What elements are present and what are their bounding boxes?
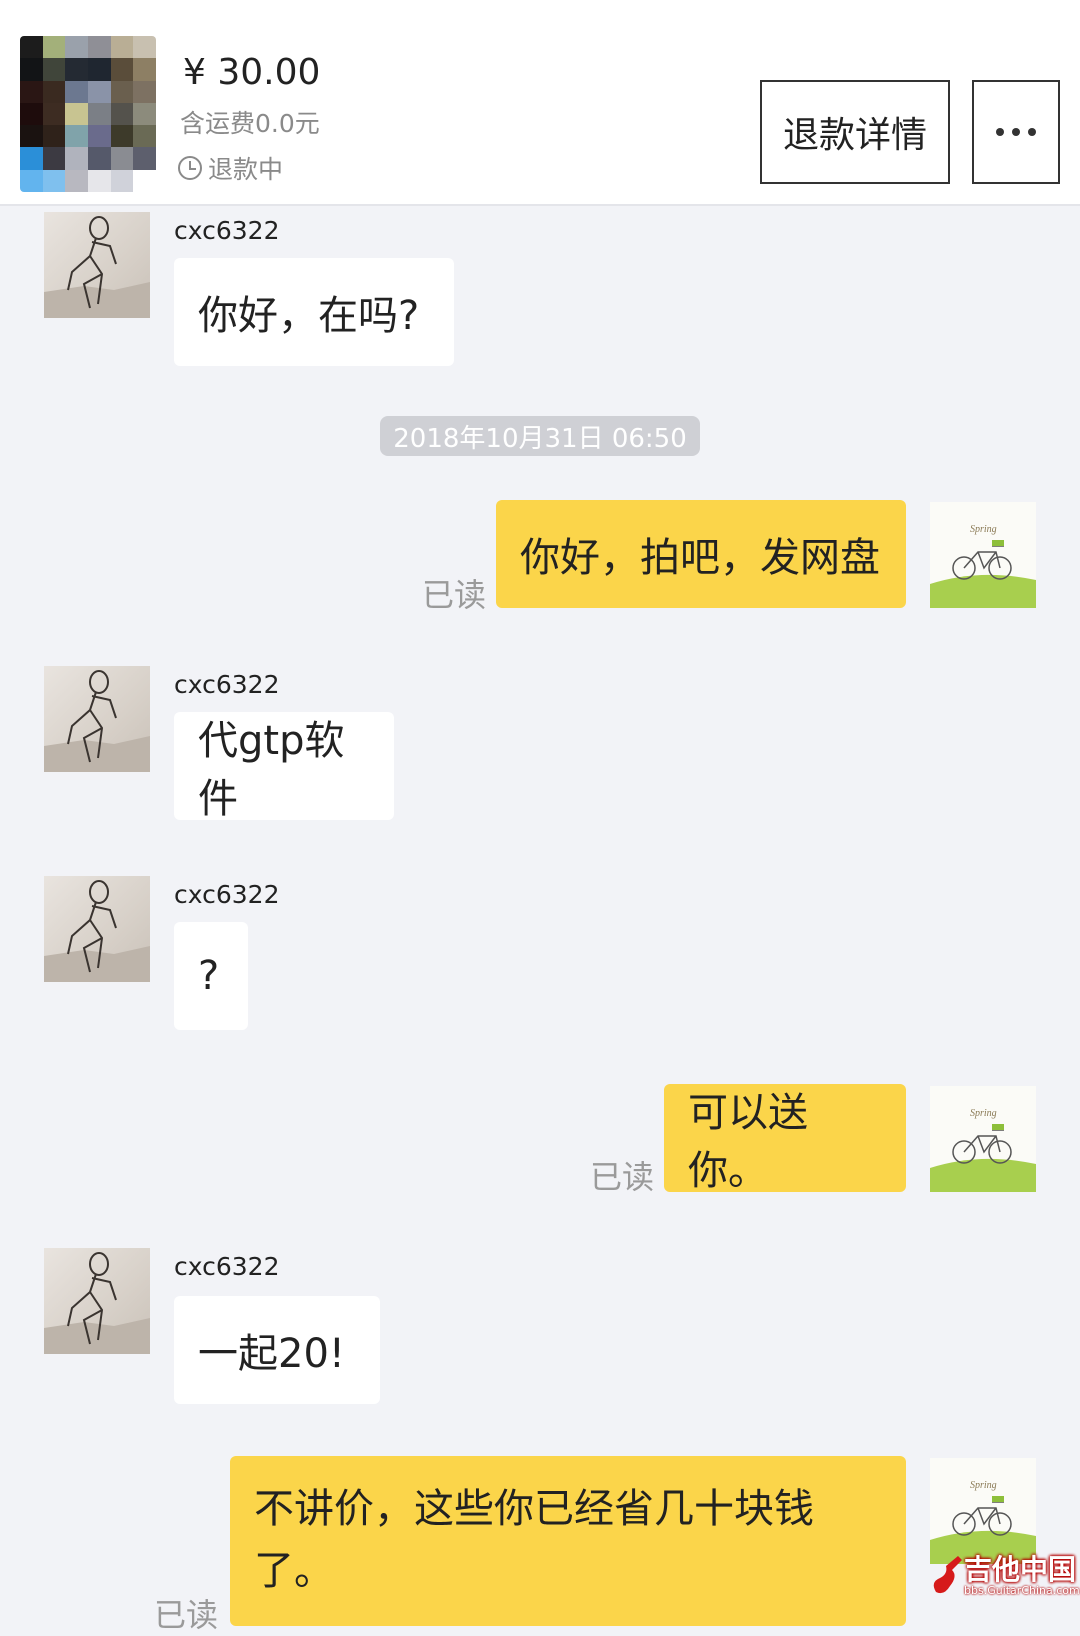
- outgoing-message-bubble[interactable]: 可以送你。: [664, 1084, 906, 1194]
- svg-text:Spring: Spring: [970, 524, 997, 535]
- outgoing-message-bubble[interactable]: 不讲价，这些你已经省几十块钱 了。: [230, 1456, 906, 1626]
- my-avatar[interactable]: Spring: [930, 502, 1036, 608]
- site-watermark: 吉他中国 bbs.GuitarChina.com: [928, 1548, 1080, 1604]
- outgoing-message-bubble[interactable]: 你好，拍吧，发网盘: [496, 500, 906, 608]
- order-header: ¥ 30.00 含运费0.0元 退款中 退款详情: [0, 0, 1080, 206]
- watermark-url: bbs.GuitarChina.com: [964, 1584, 1080, 1597]
- message-line: 不讲价，这些你已经省几十块钱: [254, 1486, 814, 1532]
- message-username: cxc6322: [174, 1252, 280, 1281]
- refund-status-label: 退款中: [208, 155, 284, 184]
- svg-text:Spring: Spring: [970, 1480, 997, 1491]
- incoming-message-bubble[interactable]: 你好，在吗?: [174, 258, 454, 366]
- incoming-message-bubble[interactable]: 一起20!: [174, 1296, 380, 1404]
- incoming-message-bubble[interactable]: ?: [174, 922, 248, 1030]
- avatar[interactable]: [44, 1248, 150, 1354]
- clock-icon: [178, 156, 202, 180]
- svg-text:Spring: Spring: [970, 1108, 997, 1119]
- order-price: ¥ 30.00: [183, 52, 321, 93]
- chat-timestamp: 2018年10月31日 06:50: [380, 416, 700, 456]
- shipping-fee: 含运费0.0元: [180, 109, 320, 138]
- read-receipt: 已读: [590, 1158, 655, 1196]
- message-username: cxc6322: [174, 670, 280, 699]
- avatar[interactable]: [44, 212, 150, 318]
- product-thumbnail[interactable]: [20, 36, 156, 192]
- read-receipt: 已读: [422, 576, 487, 614]
- read-receipt: 已读: [154, 1596, 219, 1634]
- more-dots-icon[interactable]: [972, 80, 1060, 184]
- watermark-title: 吉他中国: [964, 1553, 1077, 1586]
- message-username: cxc6322: [174, 880, 280, 909]
- message-username: cxc6322: [174, 216, 280, 245]
- my-avatar[interactable]: Spring: [930, 1086, 1036, 1192]
- refund-status: 退款中: [178, 150, 283, 186]
- guitar-logo-icon: [933, 1556, 962, 1594]
- message-line: 了。: [254, 1548, 334, 1594]
- refund-details-button[interactable]: 退款详情: [760, 80, 950, 184]
- avatar[interactable]: [44, 666, 150, 772]
- incoming-message-bubble[interactable]: 代gtp软件: [174, 712, 394, 822]
- avatar[interactable]: [44, 876, 150, 982]
